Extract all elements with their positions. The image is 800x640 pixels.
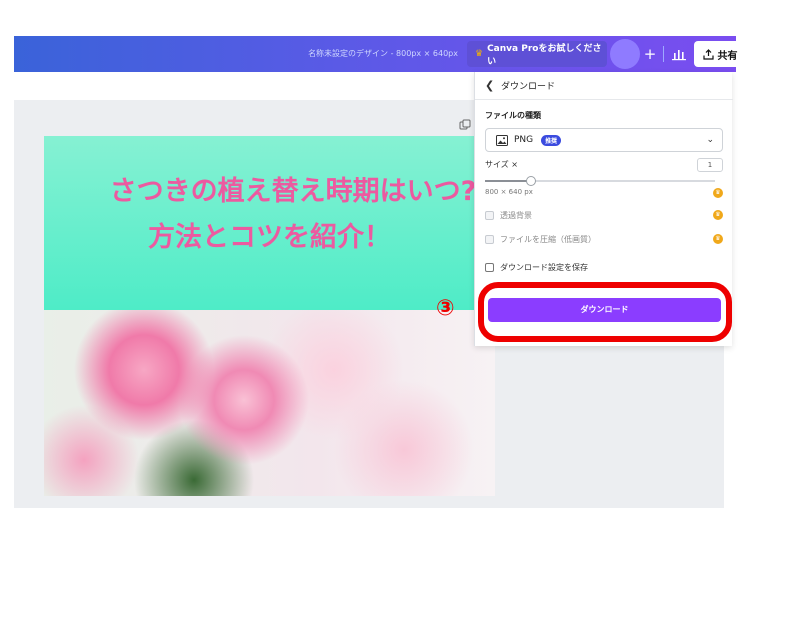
step-marker: ③	[436, 296, 455, 321]
size-label: サイズ ×	[485, 160, 519, 169]
save-settings-checkbox[interactable]	[485, 263, 494, 272]
duplicate-page-icon[interactable]	[459, 119, 471, 131]
recommended-badge: 推奨	[541, 134, 562, 146]
size-input[interactable]: 1	[697, 158, 723, 172]
compress-file-label: ファイルを圧縮（低画質）	[500, 235, 596, 244]
analytics-button[interactable]	[668, 44, 690, 64]
save-settings-label: ダウンロード設定を保存	[500, 263, 588, 272]
share-button[interactable]: 共有	[694, 41, 746, 67]
size-slider-fill	[485, 180, 531, 182]
panel-title: ダウンロード	[501, 82, 556, 92]
image-icon	[496, 134, 508, 146]
pro-crown-icon: ♛	[713, 234, 723, 244]
save-settings-option[interactable]: ダウンロード設定を保存	[485, 262, 588, 273]
add-member-button[interactable]: +	[641, 44, 659, 64]
upload-icon	[702, 48, 714, 60]
editor-header: 名称未設定のデザイン - 800px × 640px ♛ Canva Proをお…	[14, 36, 746, 72]
transparent-background-checkbox[interactable]	[485, 211, 494, 220]
file-type-value: PNG	[514, 135, 534, 145]
size-slider[interactable]	[485, 176, 715, 186]
share-label: 共有	[717, 50, 738, 62]
try-pro-label: Canva Proをお試しください	[487, 44, 602, 67]
compress-file-checkbox[interactable]	[485, 235, 494, 244]
crown-icon: ♛	[475, 49, 484, 59]
highlight-ring	[478, 282, 732, 342]
size-slider-handle[interactable]	[526, 176, 536, 186]
header-divider	[663, 46, 664, 62]
headline-line-1[interactable]: さつきの植え替え時期はいつ?	[53, 170, 495, 214]
output-dimensions: 800 × 640 px	[485, 188, 533, 196]
compress-file-option[interactable]: ファイルを圧縮（低画質）	[485, 234, 596, 245]
headline-line-2[interactable]: 方法とコツを紹介！	[44, 216, 495, 260]
bar-chart-icon	[672, 50, 686, 61]
design-title[interactable]: 名称未設定のデザイン - 800px × 640px	[278, 36, 458, 72]
chevron-down-icon: ⌄	[706, 135, 714, 145]
azalea-photo	[44, 310, 495, 496]
transparent-background-label: 透過背景	[500, 211, 532, 220]
avatar[interactable]	[610, 39, 640, 69]
pro-crown-icon: ♛	[713, 188, 723, 198]
panel-header: ❮ ダウンロード	[475, 72, 733, 100]
file-type-select[interactable]: PNG 推奨 ⌄	[485, 128, 723, 152]
design-page[interactable]: さつきの植え替え時期はいつ? 方法とコツを紹介！	[44, 136, 495, 496]
back-chevron-icon[interactable]: ❮	[485, 79, 501, 92]
file-type-label: ファイルの種類	[485, 111, 541, 120]
try-pro-button[interactable]: ♛ Canva Proをお試しください	[467, 41, 607, 67]
transparent-background-option[interactable]: 透過背景	[485, 210, 532, 221]
pro-crown-icon: ♛	[713, 210, 723, 220]
